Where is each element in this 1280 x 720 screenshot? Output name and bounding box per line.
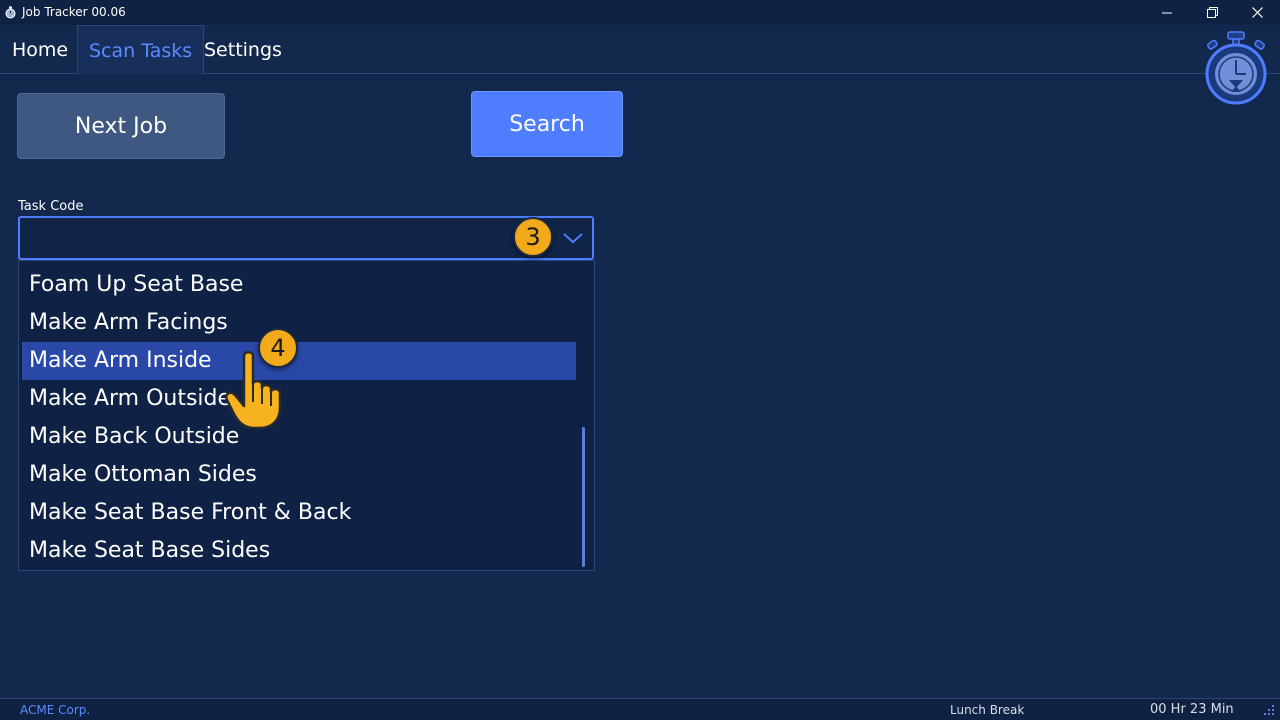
hand-pointer-icon: [225, 351, 282, 430]
restore-button[interactable]: [1189, 0, 1235, 25]
dropdown-item[interactable]: Make Back Outside: [22, 418, 576, 456]
next-job-button[interactable]: Next Job: [17, 93, 225, 159]
dropdown-item[interactable]: Foam Up Seat Base: [22, 266, 576, 304]
chevron-down-icon[interactable]: [562, 230, 584, 246]
dropdown-item[interactable]: Make Seat Base Sides: [22, 532, 576, 570]
title-bar: Job Tracker 00.06: [0, 0, 1280, 25]
tab-settings[interactable]: Settings: [204, 25, 282, 73]
minimize-icon: [1162, 12, 1172, 13]
tab-scan-tasks[interactable]: Scan Tasks: [77, 25, 205, 74]
dropdown-item[interactable]: Make Arm Facings: [22, 304, 576, 342]
minimize-button[interactable]: [1144, 0, 1190, 25]
tab-bar: Home Scan Tasks Settings: [0, 25, 1280, 74]
task-code-label: Task Code: [18, 199, 84, 214]
tab-home[interactable]: Home: [12, 25, 68, 73]
restore-icon: [1206, 7, 1218, 18]
close-button[interactable]: [1234, 0, 1280, 25]
app-window: Job Tracker 00.06 Home Scan Tasks Settin…: [0, 0, 1280, 720]
search-button[interactable]: Search: [471, 91, 623, 157]
resize-grip-icon[interactable]: [1264, 705, 1274, 715]
dropdown-item[interactable]: Make Arm Outside: [22, 380, 576, 418]
stopwatch-logo-icon: [1205, 31, 1267, 105]
dropdown-item[interactable]: Make Ottoman Sides: [22, 456, 576, 494]
status-text: Lunch Break: [950, 703, 1025, 717]
dropdown-scrollbar[interactable]: [582, 427, 585, 567]
elapsed-timer: 00 Hr 23 Min: [1150, 702, 1234, 717]
task-code-dropdown-list: Foam Up Seat Base Make Arm Facings Make …: [18, 260, 595, 571]
status-bar: ACME Corp. Lunch Break 00 Hr 23 Min: [0, 698, 1280, 720]
task-code-combobox[interactable]: [18, 216, 594, 260]
dropdown-item[interactable]: Make Seat Base Front & Back: [22, 494, 576, 532]
dropdown-item-selected[interactable]: Make Arm Inside: [22, 342, 576, 380]
app-icon: [5, 6, 16, 19]
company-name: ACME Corp.: [20, 703, 91, 717]
window-title: Job Tracker 00.06: [22, 5, 126, 19]
close-icon: [1251, 7, 1263, 18]
step-badge-3: 3: [513, 217, 553, 257]
